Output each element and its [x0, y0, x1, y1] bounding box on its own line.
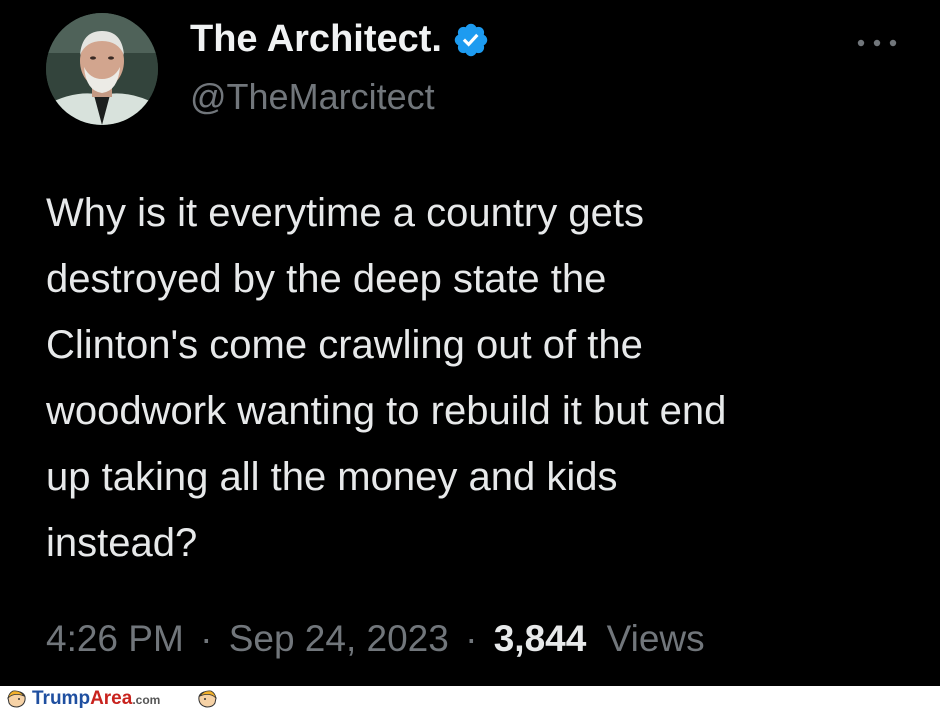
display-name[interactable]: The Architect. [190, 18, 490, 61]
watermark-brand-suffix: .com [132, 693, 161, 707]
watermark-brand-trump: Trump [32, 688, 91, 709]
avatar-portrait-icon [46, 13, 158, 125]
watermark-brand-area: Area [90, 688, 133, 709]
views-label[interactable]: Views [607, 618, 705, 659]
tweet-text-line: Clinton's come crawling out of the [46, 323, 643, 367]
tweet-date[interactable]: Sep 24, 2023 [229, 618, 449, 659]
tweet-time[interactable]: 4:26 PM [46, 618, 184, 659]
separator: · [465, 618, 478, 659]
verified-badge-icon [452, 21, 490, 59]
avatar[interactable] [46, 13, 158, 125]
tweet-text-line: woodwork wanting to rebuild it but end [46, 389, 727, 433]
tweet-text-line: instead? [46, 521, 198, 565]
tweet-text-line: destroyed by the deep state the [46, 257, 607, 301]
separator: · [200, 618, 213, 659]
tweet-card: The Architect. @TheMarcitect Why is it e… [0, 0, 940, 686]
trump-caricature-icon [198, 690, 217, 708]
watermark-bar: TrumpArea.com [0, 686, 940, 712]
tweet-metadata: 4:26 PM · Sep 24, 2023 · 3,844 Views [46, 618, 705, 660]
more-horizontal-icon [857, 39, 897, 47]
watermark-logo: TrumpArea.com [32, 689, 160, 710]
more-options-button[interactable] [852, 28, 902, 58]
tweet-text: Why is it everytime a country gets destr… [46, 180, 906, 576]
tweet-text-line: up taking all the money and kids [46, 455, 618, 499]
user-handle[interactable]: @TheMarcitect [190, 76, 435, 118]
tweet-text-line: Why is it everytime a country gets [46, 191, 644, 235]
views-count[interactable]: 3,844 [494, 618, 587, 659]
trump-caricature-icon [7, 690, 26, 708]
display-name-text: The Architect. [190, 18, 442, 60]
